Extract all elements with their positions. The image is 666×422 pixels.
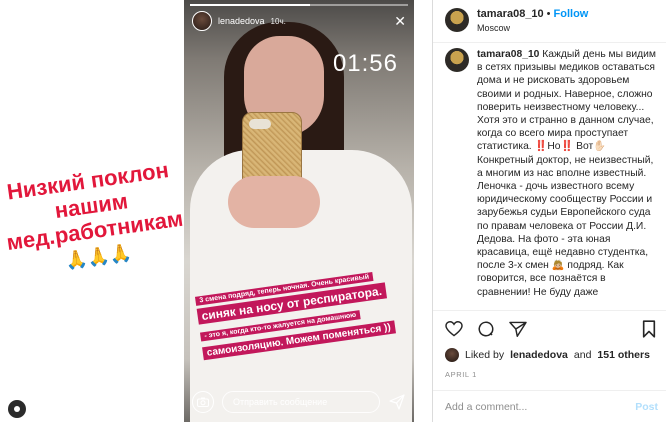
post-header: tamara08_10 • Follow Moscow <box>445 8 658 40</box>
story-header: lenadedova 10ч. ✕ <box>192 10 406 32</box>
caption-username[interactable]: tamara08_10 <box>477 49 539 60</box>
post-date[interactable]: APRIL 1 <box>445 370 477 379</box>
header-separator: • <box>546 8 551 20</box>
bookmark-icon[interactable] <box>642 319 656 343</box>
close-icon[interactable]: ✕ <box>394 14 406 28</box>
caption-author-avatar[interactable] <box>445 48 469 72</box>
post-location[interactable]: Moscow <box>477 23 588 33</box>
comment-icon[interactable] <box>477 320 495 343</box>
camera-icon[interactable] <box>192 391 214 413</box>
comment-divider <box>433 390 666 391</box>
share-icon[interactable] <box>509 321 527 342</box>
send-icon[interactable] <box>388 393 406 411</box>
post-comment-button[interactable]: Post <box>635 401 658 413</box>
account-icon[interactable] <box>8 400 26 418</box>
story-progress-fill <box>190 4 310 6</box>
post-author-username[interactable]: tamara08_10 <box>477 8 544 20</box>
likes-line: Liked by lenadedova and 151 others <box>445 348 658 362</box>
story-reply-input[interactable]: Отправить сообщение <box>222 391 380 413</box>
post-caption: tamara08_10 Каждый день мы видим в сетях… <box>445 48 660 306</box>
caption-body: Каждый день мы видим в сетях призывы мед… <box>477 49 656 298</box>
post-actions <box>445 319 656 343</box>
post-author-avatar[interactable] <box>445 8 469 32</box>
liker-avatar[interactable] <box>445 348 459 362</box>
likes-count[interactable]: 151 others <box>597 349 650 361</box>
comment-box: Post <box>433 392 666 422</box>
story-username[interactable]: lenadedova <box>218 16 265 26</box>
story-photo-hand <box>228 176 320 228</box>
comment-input[interactable] <box>445 401 636 413</box>
actions-divider <box>433 310 666 311</box>
liked-by-user[interactable]: lenadedova <box>510 349 568 361</box>
heart-icon[interactable] <box>445 320 463 342</box>
story-time-ago: 10ч. <box>270 16 286 26</box>
overlay-caption: Низкий поклон нашим мед.работникам 🙏🙏🙏 <box>0 156 192 281</box>
post-panel: tamara08_10 • Follow Moscow tamara08_10 … <box>432 0 666 422</box>
liked-by-prefix: Liked by <box>465 349 505 361</box>
follow-button[interactable]: Follow <box>554 8 589 20</box>
liked-by-and: and <box>573 349 592 361</box>
story-reply-bar: Отправить сообщение <box>192 390 406 414</box>
story-avatar[interactable] <box>192 11 212 31</box>
caption-text: tamara08_10 Каждый день мы видим в сетях… <box>477 48 660 306</box>
story-progress-bar <box>190 4 408 6</box>
story-timer: 01:56 <box>332 50 398 77</box>
story-view: lenadedova 10ч. ✕ 01:56 3 смена подряд, … <box>184 0 414 422</box>
header-divider <box>433 42 666 43</box>
